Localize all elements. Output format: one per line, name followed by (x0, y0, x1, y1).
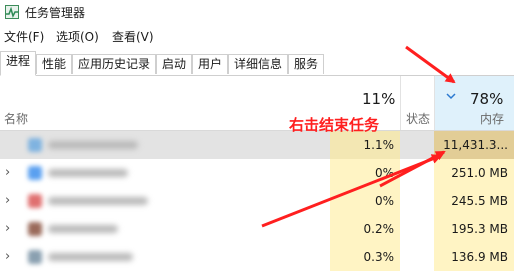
memory-value: 195.3 MB (451, 222, 508, 236)
tab-details[interactable]: 详细信息 (228, 54, 288, 74)
column-divider (434, 76, 435, 130)
process-name-blurred (48, 197, 148, 205)
chevron-right-icon[interactable]: › (5, 165, 10, 180)
process-name-blurred (48, 141, 138, 149)
menu-file[interactable]: 文件(F) (4, 28, 44, 45)
column-header: 名称 11% 状态 78% 内存 (0, 76, 514, 131)
process-icon (28, 194, 42, 208)
tab-processes[interactable]: 进程 (0, 51, 36, 76)
process-name-blurred (48, 225, 118, 233)
chevron-right-icon[interactable]: › (5, 249, 10, 264)
name-column-header[interactable]: 名称 (4, 110, 28, 127)
cpu-percent[interactable]: 11% (362, 90, 395, 108)
tab-app-history[interactable]: 应用历史记录 (72, 54, 156, 74)
tab-services[interactable]: 服务 (288, 54, 324, 74)
title-bar: 任务管理器 (0, 0, 514, 26)
process-row[interactable]: › 0.3% 136.9 MB (0, 243, 514, 271)
memory-value: 251.0 MB (451, 166, 508, 180)
menu-options[interactable]: 选项(O) (56, 28, 99, 45)
process-row[interactable]: › 0.2% 195.3 MB (0, 215, 514, 243)
tab-bar: 进程 性能 应用历史记录 启动 用户 详细信息 服务 (0, 51, 514, 76)
process-row[interactable]: › 0% 245.5 MB (0, 187, 514, 215)
memory-percent[interactable]: 78% (470, 90, 503, 108)
tab-performance[interactable]: 性能 (36, 54, 72, 74)
menu-view[interactable]: 查看(V) (112, 28, 154, 45)
cpu-value: 0.3% (363, 250, 395, 264)
process-icon (28, 138, 42, 152)
tab-users[interactable]: 用户 (192, 54, 228, 74)
memory-value: 136.9 MB (451, 250, 508, 264)
cpu-value: 1.1% (363, 138, 395, 152)
annotation-label: 右击结束任务 (289, 116, 380, 134)
process-name-blurred (48, 253, 133, 261)
process-name-blurred (48, 169, 128, 177)
chevron-right-icon[interactable]: › (5, 193, 10, 208)
window-title: 任务管理器 (25, 6, 86, 20)
chevron-right-icon[interactable]: › (5, 221, 10, 236)
status-column-header[interactable]: 状态 (406, 110, 430, 127)
process-row[interactable]: 1.1% 11,431.3... (0, 131, 514, 159)
cpu-value: 0% (374, 166, 394, 180)
menu-bar: 文件(F) 选项(O) 查看(V) (0, 27, 514, 47)
column-divider (400, 76, 401, 130)
cpu-value: 0.2% (363, 222, 395, 236)
memory-value: 245.5 MB (451, 194, 508, 208)
process-list: 1.1% 11,431.3... › 0% 251.0 MB › 0% 245.… (0, 131, 514, 273)
chevron-down-icon[interactable] (446, 92, 456, 100)
memory-column-header[interactable]: 内存 (480, 110, 504, 127)
memory-value: 11,431.3... (443, 138, 508, 152)
tab-startup[interactable]: 启动 (156, 54, 192, 74)
cpu-value: 0% (374, 194, 394, 208)
process-icon (28, 222, 42, 236)
process-icon (28, 250, 42, 264)
process-row[interactable]: › 0% 251.0 MB (0, 159, 514, 187)
task-manager-icon (5, 5, 19, 19)
process-icon (28, 166, 42, 180)
